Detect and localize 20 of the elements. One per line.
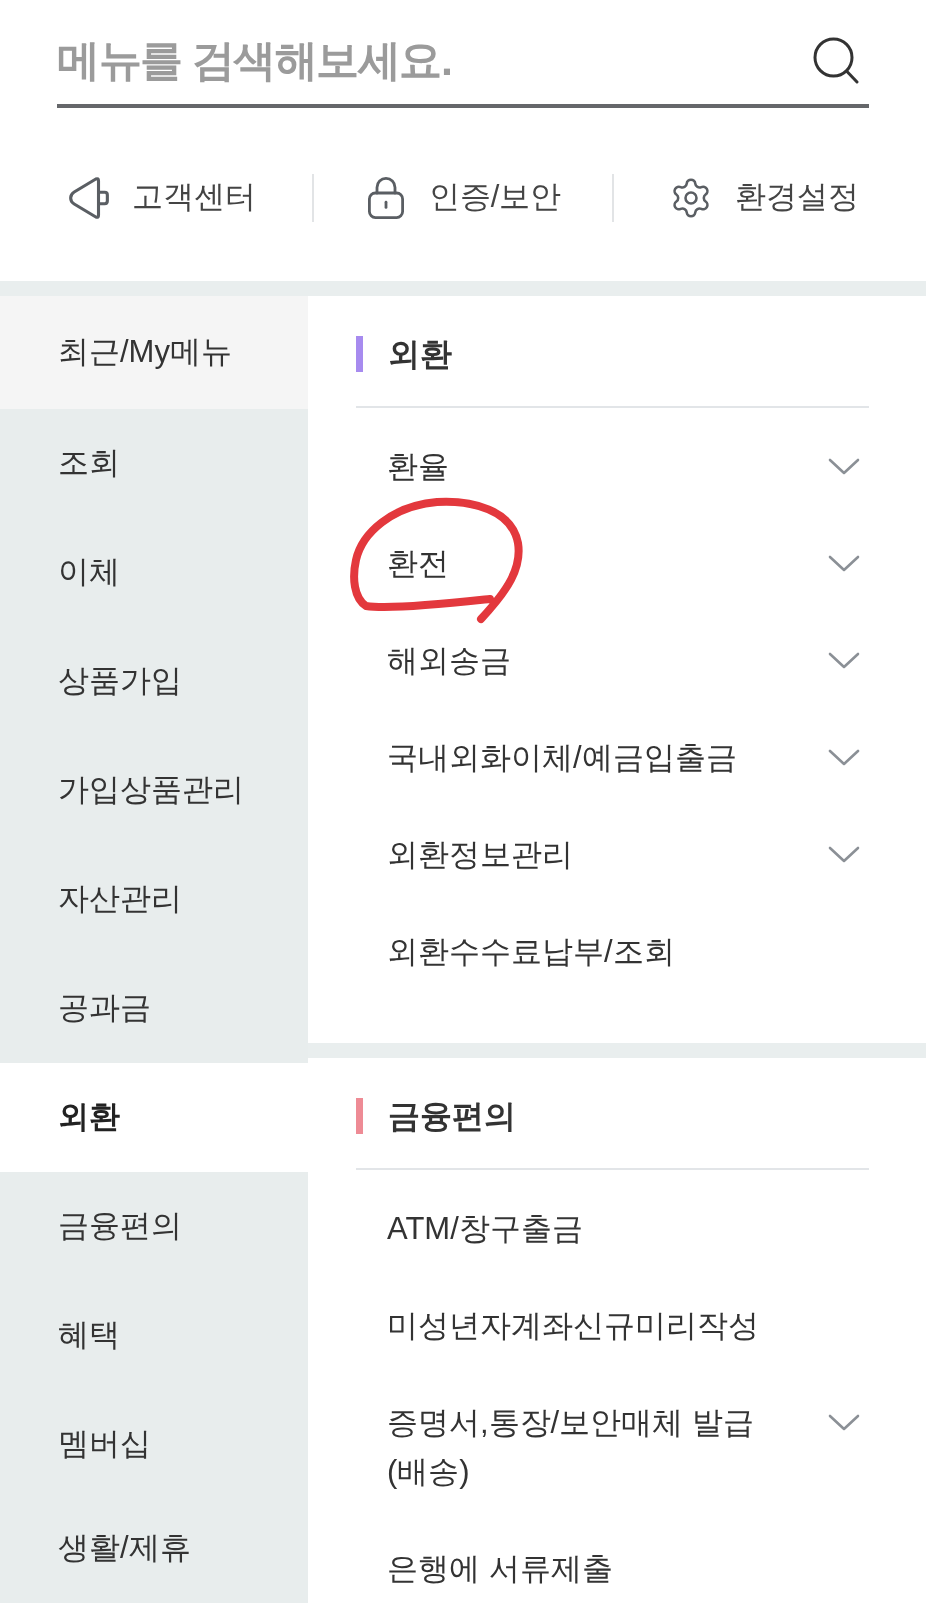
menu-item[interactable]: 은행에 서류제출: [356, 1520, 869, 1593]
search-field[interactable]: 메뉴를 검색해보세요.: [57, 30, 813, 90]
menu-item[interactable]: 증명서,통장/보안매체 발급 (배송): [356, 1374, 869, 1520]
menu-item[interactable]: 국내외화이체/예금입출금: [356, 709, 869, 806]
menu-item[interactable]: 환율: [356, 418, 869, 515]
menu-item[interactable]: 미성년자계좌신규미리작성: [356, 1277, 869, 1374]
section-title: 외환: [388, 335, 452, 374]
quick-link[interactable]: 인증/보안: [313, 174, 613, 221]
search-icon[interactable]: [813, 36, 859, 84]
section-title: 금융편의: [388, 1097, 516, 1136]
menu-item[interactable]: 외환수수료납부/조회: [356, 903, 869, 976]
menu-item[interactable]: ATM/창구출금: [356, 1180, 869, 1277]
sidebar-item[interactable]: 최근/My메뉴: [0, 296, 308, 409]
sidebar-item[interactable]: 외환: [0, 1063, 308, 1172]
menu-item[interactable]: 해외송금: [356, 612, 869, 709]
menu-item[interactable]: 환전: [356, 515, 869, 612]
quick-link[interactable]: 고객센터: [13, 174, 312, 221]
quick-link[interactable]: 환경설정: [614, 174, 913, 221]
menu-item[interactable]: 외환정보관리: [356, 806, 869, 903]
megaphone-icon: [68, 176, 111, 219]
